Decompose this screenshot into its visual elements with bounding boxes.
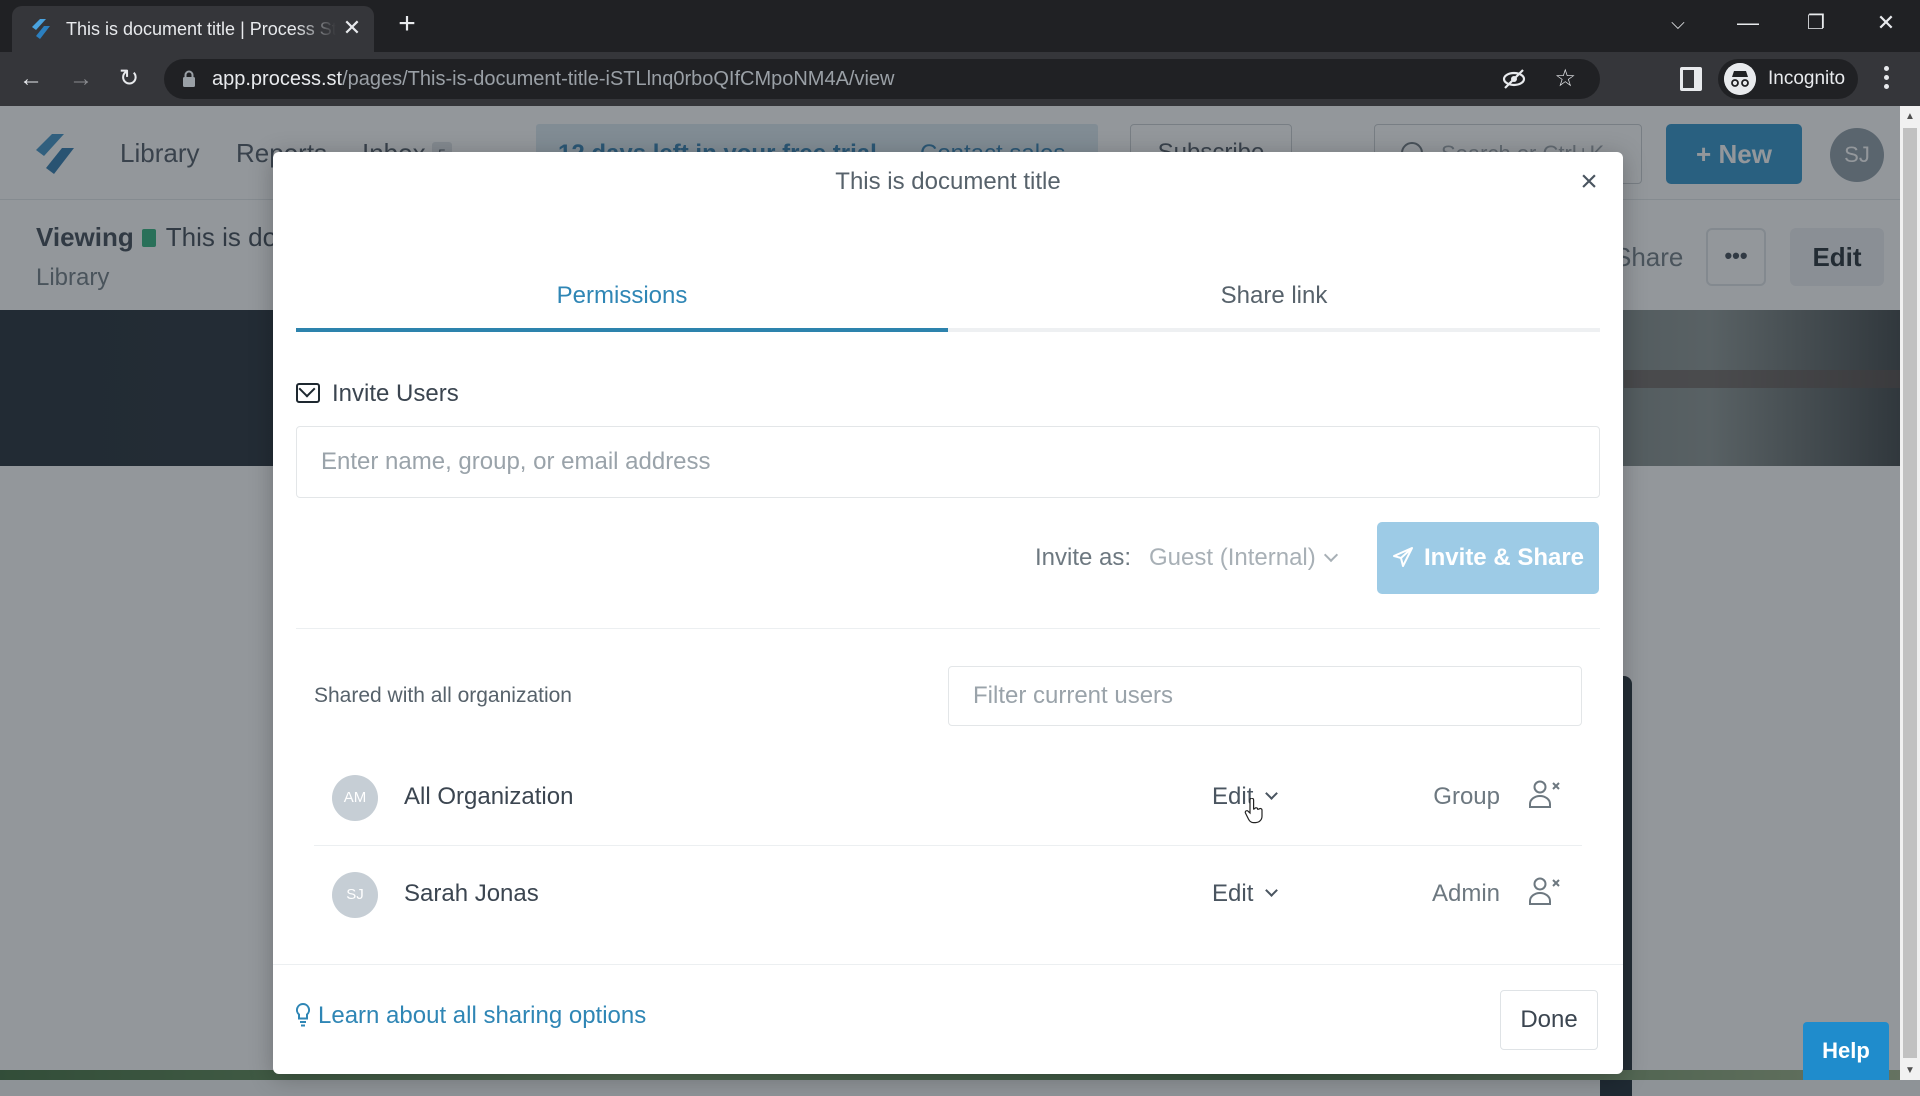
invite-role-select[interactable]: Guest (Internal) bbox=[1149, 544, 1338, 572]
close-icon[interactable]: × bbox=[1573, 166, 1605, 198]
remove-user-icon[interactable] bbox=[1528, 876, 1562, 906]
user-role: Group bbox=[1433, 783, 1500, 810]
restore-icon[interactable]: ❐ bbox=[1796, 8, 1836, 38]
shared-with-label: Shared with all organization bbox=[314, 684, 572, 707]
tab-title: This is document title | Process St bbox=[66, 19, 336, 39]
invite-as-label: Invite as: bbox=[1035, 544, 1132, 571]
invite-share-button[interactable]: Invite & Share bbox=[1377, 522, 1599, 594]
tab-share-link[interactable]: Share link bbox=[948, 274, 1600, 330]
avatar: AM bbox=[332, 775, 378, 821]
url-text: app.process.st/pages/This-is-document-ti… bbox=[212, 68, 895, 90]
scroll-down-arrow-icon[interactable]: ▼ bbox=[1900, 1062, 1920, 1080]
learn-sharing-link[interactable]: Learn about all sharing options bbox=[296, 1002, 646, 1030]
page-scrollbar[interactable]: ▲ ▼ bbox=[1900, 106, 1920, 1080]
footer-divider bbox=[273, 964, 1623, 965]
browser-tab[interactable]: This is document title | Process St ✕ bbox=[12, 6, 374, 52]
paper-plane-icon bbox=[1392, 547, 1413, 567]
incognito-icon bbox=[1724, 63, 1756, 95]
invite-users-heading: Invite Users bbox=[296, 380, 459, 408]
done-button[interactable]: Done bbox=[1500, 990, 1598, 1050]
scroll-up-arrow-icon[interactable]: ▲ bbox=[1900, 108, 1920, 126]
chevron-down-icon bbox=[1323, 547, 1338, 563]
hand-cursor-icon bbox=[1244, 798, 1263, 824]
user-role: Admin bbox=[1431, 880, 1500, 907]
user-row: SJ Sarah Jonas Edit Admin bbox=[314, 846, 1582, 942]
browser-toolbar: ← → ↻ app.process.st/pages/This-is-docum… bbox=[0, 52, 1920, 106]
side-panel-icon[interactable] bbox=[1680, 67, 1702, 91]
avatar: SJ bbox=[332, 872, 378, 918]
address-bar[interactable]: app.process.st/pages/This-is-document-ti… bbox=[164, 59, 1600, 99]
lightbulb-icon bbox=[296, 1003, 310, 1027]
modal-tabs: Permissions Share link bbox=[296, 274, 1600, 334]
incognito-profile-button[interactable]: Incognito bbox=[1718, 59, 1858, 99]
reload-icon[interactable]: ↻ bbox=[114, 64, 144, 94]
filter-users-input[interactable] bbox=[948, 666, 1582, 726]
forward-icon[interactable]: → bbox=[66, 64, 96, 94]
remove-user-icon[interactable] bbox=[1528, 779, 1562, 809]
user-name: All Organization bbox=[404, 783, 574, 810]
bookmark-star-icon[interactable]: ☆ bbox=[1554, 66, 1576, 92]
back-icon[interactable]: ← bbox=[16, 64, 46, 94]
tab-permissions[interactable]: Permissions bbox=[296, 274, 948, 330]
chevron-down-icon bbox=[1265, 787, 1279, 800]
section-divider bbox=[296, 628, 1600, 629]
browser-menu-icon[interactable] bbox=[1880, 66, 1892, 94]
incognito-label: Incognito bbox=[1768, 68, 1846, 89]
invite-input[interactable] bbox=[296, 426, 1600, 498]
lock-icon bbox=[183, 70, 195, 87]
user-name: Sarah Jonas bbox=[404, 880, 539, 907]
permission-dropdown[interactable]: Edit bbox=[1212, 880, 1279, 908]
tracking-blocked-eye-icon[interactable] bbox=[1502, 68, 1526, 90]
scrollbar-thumb[interactable] bbox=[1903, 128, 1917, 1058]
envelope-icon bbox=[296, 383, 320, 403]
minimize-icon[interactable]: — bbox=[1728, 8, 1768, 38]
process-street-favicon-icon bbox=[32, 19, 50, 39]
user-row: AM All Organization Edit Group bbox=[314, 749, 1582, 845]
tab-search-chevron-icon[interactable]: ⌵ bbox=[1658, 8, 1698, 38]
help-button[interactable]: Help bbox=[1803, 1022, 1889, 1080]
active-tab-indicator bbox=[296, 328, 948, 332]
tab-close-icon[interactable]: ✕ bbox=[340, 16, 364, 40]
chevron-down-icon bbox=[1265, 884, 1279, 897]
new-tab-icon[interactable]: + bbox=[392, 9, 422, 40]
modal-title: This is document title bbox=[835, 168, 1061, 195]
browser-tab-strip: This is document title | Process St ✕ + … bbox=[0, 0, 1920, 52]
window-close-icon[interactable]: ✕ bbox=[1866, 8, 1906, 38]
share-modal: This is document title × Permissions Sha… bbox=[273, 152, 1623, 1074]
